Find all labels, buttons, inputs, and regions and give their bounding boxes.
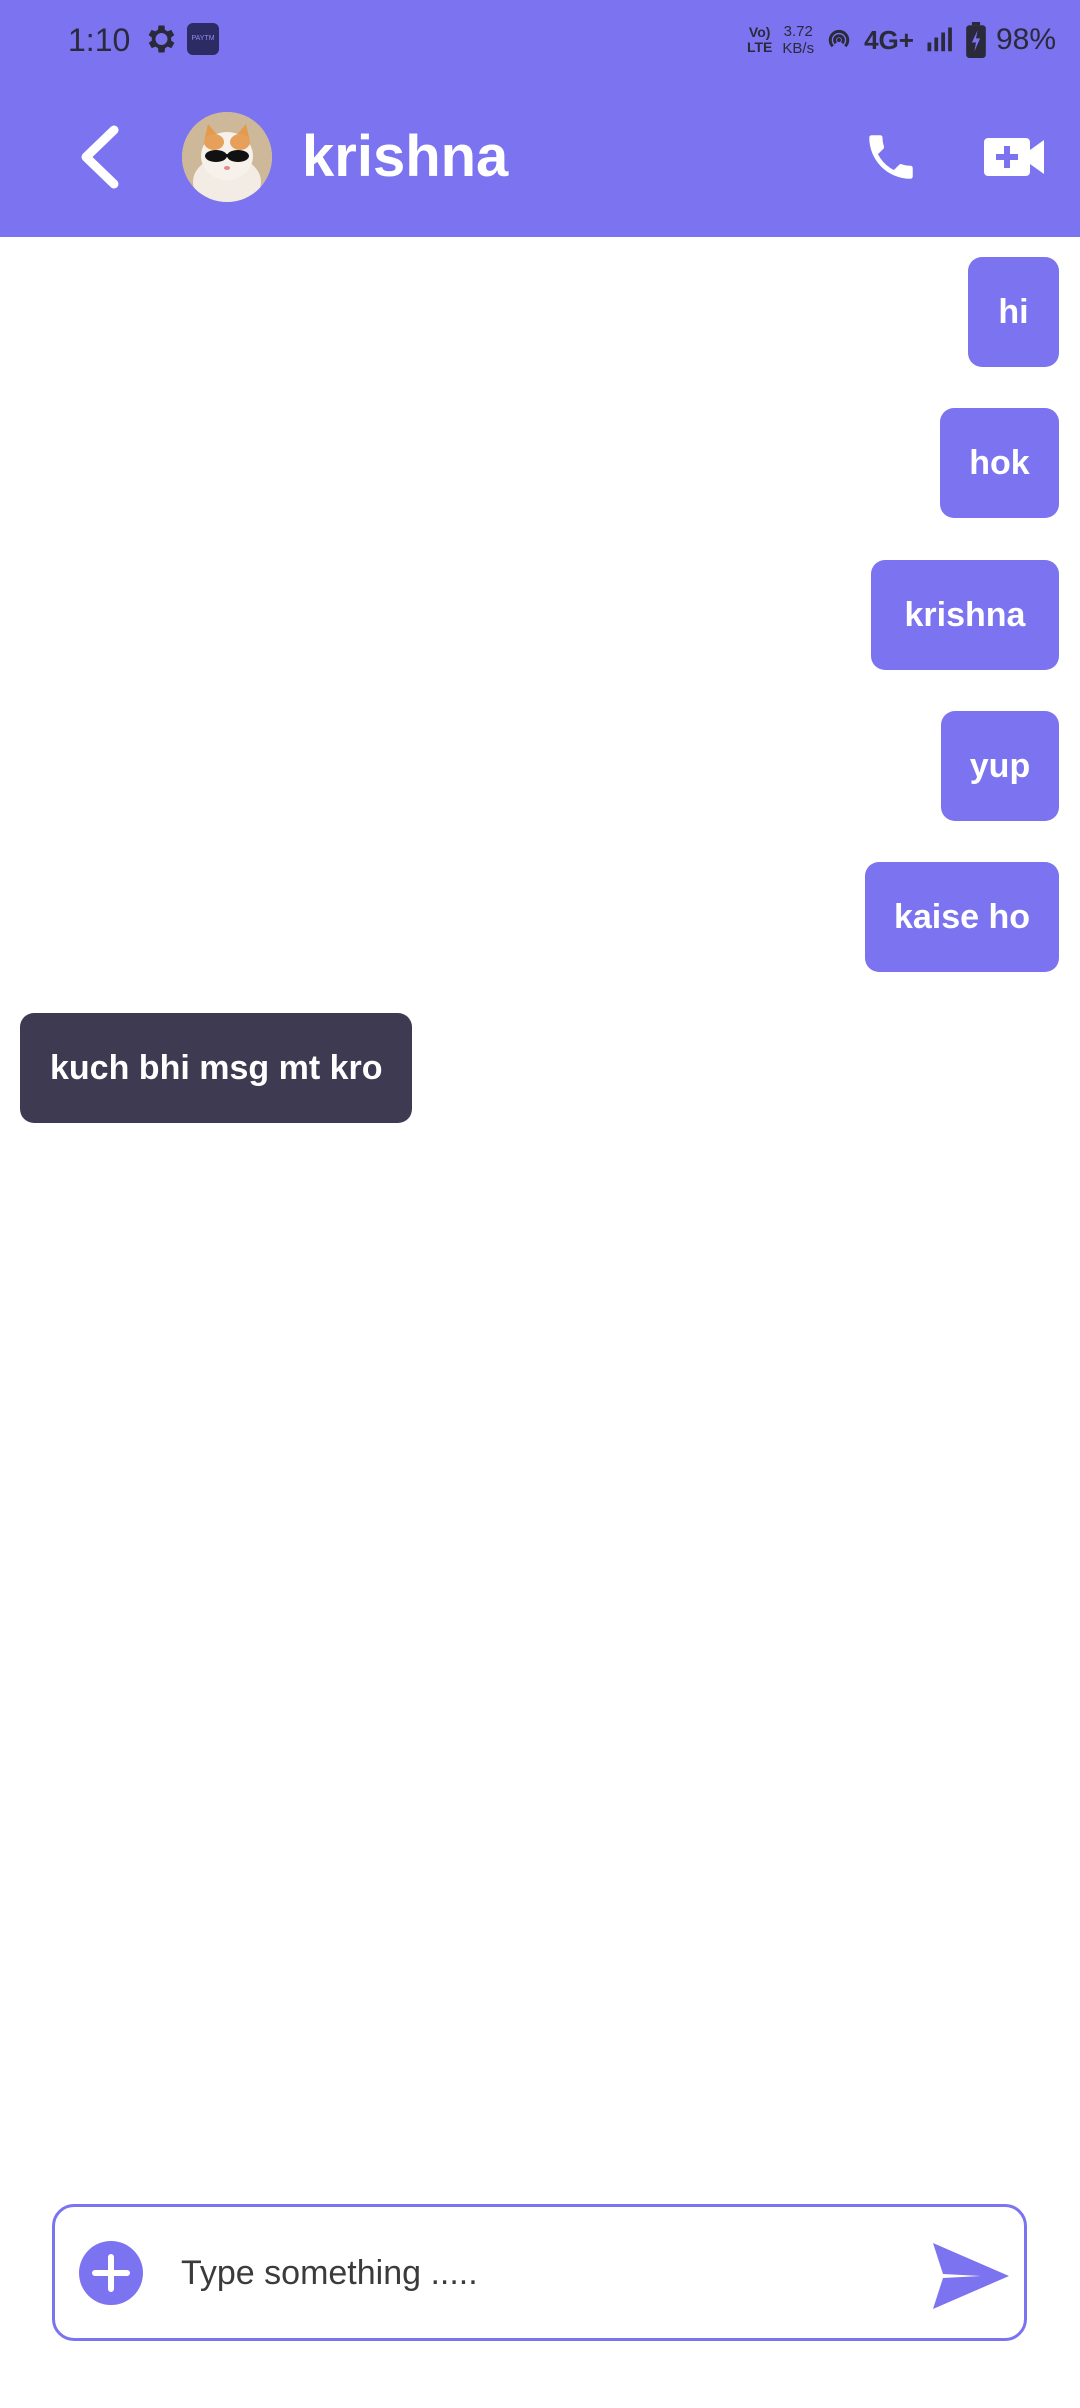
contact-name[interactable]: krishna [302,124,508,190]
battery-percent: 98% [995,23,1056,56]
network-speed: 3.72 KB/s [782,23,815,57]
message-composer [52,2204,1027,2341]
status-bar: 1:10 PAYTM Vo) LTE 3.72 KB/s 4G+ 98% [0,0,1080,80]
sent-message-bubble[interactable]: yup [941,711,1059,821]
contact-avatar[interactable] [182,112,272,202]
paytm-notification-icon: PAYTM [187,23,219,55]
received-message-bubble[interactable]: kuch bhi msg mt kro [20,1013,412,1123]
settings-gear-icon [148,25,175,53]
hotspot-icon [828,29,850,48]
battery-charging-icon [966,22,986,58]
send-icon[interactable] [933,2243,1009,2309]
volte-indicator: Vo) LTE [746,24,773,55]
status-indicators: Vo) LTE 3.72 KB/s 4G+ 98% [747,16,1056,64]
sent-message-bubble[interactable]: krishna [871,560,1059,670]
sent-message-bubble[interactable]: hi [968,257,1059,367]
status-time: 1:10 [68,22,131,58]
phone-call-icon[interactable] [862,128,920,186]
plus-icon [92,2254,130,2292]
message-input[interactable] [181,2237,941,2309]
sent-message-bubble[interactable]: kaise ho [865,862,1059,972]
app-header: 1:10 PAYTM Vo) LTE 3.72 KB/s 4G+ 98% kri… [0,0,1080,237]
video-call-icon[interactable] [984,130,1046,184]
cat-with-sunglasses-avatar-image [182,112,272,202]
add-attachment-button[interactable] [79,2241,143,2305]
sent-message-bubble[interactable]: hok [940,408,1059,518]
signal-icon [927,27,952,52]
network-type: 4G+ [864,24,914,55]
back-arrow-icon[interactable] [70,122,126,192]
